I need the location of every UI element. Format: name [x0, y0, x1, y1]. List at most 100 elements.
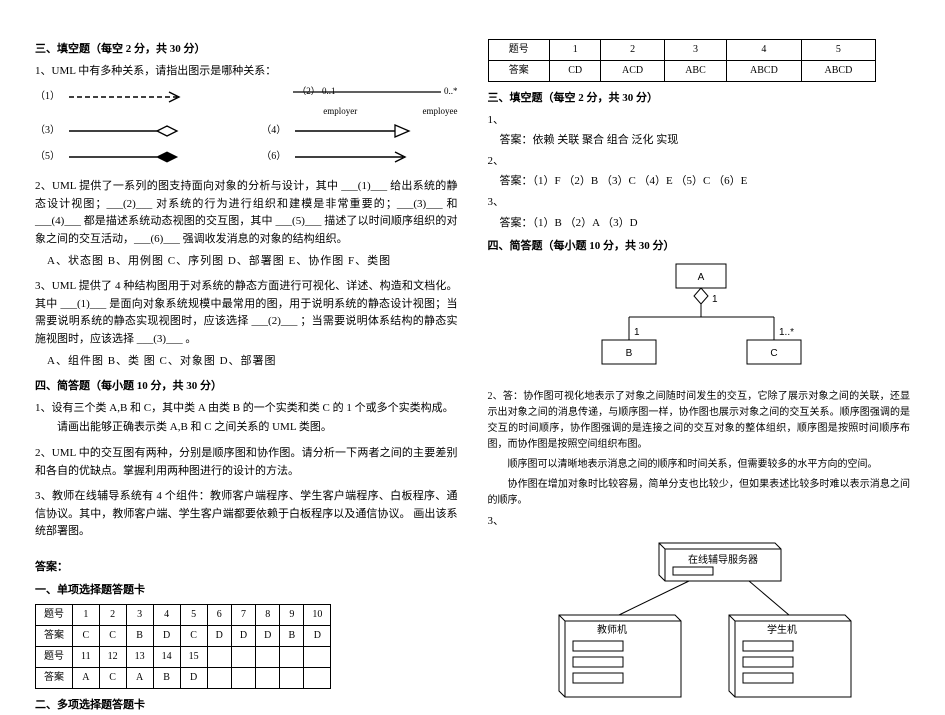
table-row: 题号 12345678910 — [36, 605, 331, 626]
cell: 4 — [153, 605, 180, 626]
cell: B — [126, 626, 153, 647]
arrow-5-label: （5） — [35, 149, 61, 165]
p2b: 顺序图可以清晰地表示消息之间的顺序和时间关系，但需要较多的水平方向的空间。 — [488, 457, 911, 473]
simple-arrow-icon — [293, 149, 457, 165]
table-row: 题号 1112131415 — [36, 647, 331, 668]
generalization-triangle-icon — [293, 123, 457, 139]
p2a: 2、答：协作图可视化地表示了对象之间随时间发生的交互，它除了展示对象之间的关联，… — [488, 389, 911, 453]
cell: B — [153, 668, 180, 689]
cell: C — [99, 626, 126, 647]
cell — [304, 647, 331, 668]
single-choice-table: 题号 12345678910 答案 CCBDCDDDBD 题号 11121314… — [35, 604, 331, 689]
cell: C — [73, 626, 100, 647]
cell: A — [126, 668, 153, 689]
cell: 2 — [601, 40, 664, 61]
arrow-1-label: （1） — [35, 89, 61, 105]
class-diagram-svg: A 1 1 1..* B C — [584, 262, 814, 377]
ans1-text: 答案：依赖 关联 聚合 组合 泛化 实现 — [500, 132, 911, 150]
cell: 12 — [99, 647, 126, 668]
hdr-ans: 答案 — [36, 668, 73, 689]
cell: 2 — [99, 605, 126, 626]
mult-1b: 1 — [634, 327, 640, 338]
cell: C — [180, 626, 207, 647]
ans2-text: 答案：（1）F （2）B （3）C （4）E （5）C （6）E — [500, 173, 911, 191]
cell: B — [280, 626, 304, 647]
table-row: 答案 ACABD — [36, 668, 331, 689]
right-section3-title: 三、填空题（每空 2 分，共 30 分） — [488, 90, 911, 108]
right-section4-title: 四、简答题（每小题 10 分，共 30 分） — [488, 238, 911, 256]
cell: C — [99, 668, 126, 689]
arrow-2: （2） 0..1 0..* employer employee — [261, 86, 457, 116]
cell: D — [231, 626, 255, 647]
table1-title: 一、单项选择题答题卡 — [35, 582, 458, 600]
cell — [256, 668, 280, 689]
role-labels: employer employee — [297, 104, 457, 118]
ans3-label: 3、 — [488, 194, 911, 212]
cell: D — [180, 668, 207, 689]
table-row: 题号 12345 — [488, 40, 876, 61]
cell: 13 — [126, 647, 153, 668]
cell: 5 — [180, 605, 207, 626]
cell: D — [153, 626, 180, 647]
cell: A — [73, 668, 100, 689]
class-a-label: A — [697, 272, 704, 283]
cell — [280, 647, 304, 668]
class-b-label: B — [625, 348, 632, 359]
arrow-2-label: （2） — [297, 86, 320, 96]
q4-1b: 请画出能够正确表示类 A,B 和 C 之间关系的 UML 类图。 — [35, 419, 458, 437]
cell: ACD — [601, 61, 664, 82]
q3-options: A、组件图 B、类 图 C、对象图 D、部署图 — [47, 353, 458, 371]
class-c-label: C — [770, 348, 777, 359]
section4-title: 四、简答题（每小题 10 分，共 30 分） — [35, 378, 458, 396]
q2-options: A、状态图 B、用例图 C、序列图 D、部署图 E、协作图 F、类图 — [47, 253, 458, 271]
cell: ABCD — [801, 61, 876, 82]
dashed-open-arrow-icon — [67, 90, 231, 104]
arrow-6: （6） — [261, 146, 457, 168]
ans3-text: 答案：（1）B （2）A （3）D — [500, 215, 911, 233]
q4-2: 2、UML 中的交互图有两种，分别是顺序图和协作图。请分析一下两者之间的主要差别… — [35, 445, 458, 480]
arrow-4: （4） — [261, 120, 457, 142]
cell: 3 — [126, 605, 153, 626]
cell: 15 — [180, 647, 207, 668]
mult-right: 0..* — [444, 84, 458, 98]
hdr-ans: 答案 — [36, 626, 73, 647]
arrow-4-label: （4） — [261, 123, 287, 139]
arrow-3: （3） — [35, 120, 231, 142]
cell — [231, 668, 255, 689]
q1-text: 1、UML 中有多种关系，请指出图示是哪种关系： — [35, 63, 458, 81]
hdr-qno: 题号 — [488, 40, 550, 61]
cell — [280, 668, 304, 689]
cell — [207, 668, 231, 689]
table-row: 答案 CCBDCDDDBD — [36, 626, 331, 647]
teacher-label: 教师机 — [597, 623, 627, 636]
cell: 8 — [256, 605, 280, 626]
composition-diamond-icon — [67, 149, 231, 165]
table2-title: 二、多项选择题答题卡 — [35, 697, 458, 715]
q3-text: 3、UML 提供了 4 种结构图用于对系统的静态方面进行可视化、详述、构造和文档… — [35, 278, 458, 348]
cell: 5 — [801, 40, 876, 61]
cell — [231, 647, 255, 668]
ans2-label: 2、 — [488, 153, 911, 171]
q4-1a: 1、设有三个类 A,B 和 C，其中类 A 由类 B 的一个实类和类 C 的 1… — [35, 400, 458, 418]
mult-left: 0..1 — [322, 86, 336, 96]
multi-choice-table: 题号 12345 答案 CDACDABCABCDABCD — [488, 39, 877, 82]
cell: 4 — [727, 40, 801, 61]
deployment-diagram: 在线辅导服务器 教师机 学生机 — [488, 537, 911, 714]
hdr-ans: 答案 — [488, 61, 550, 82]
cell — [304, 668, 331, 689]
hdr-qno: 题号 — [36, 647, 73, 668]
cell: 3 — [664, 40, 726, 61]
arrows-grid: （1） （2） 0..1 0..* employer employee （3） — [35, 86, 458, 168]
cell: ABC — [664, 61, 726, 82]
student-node: 学生机 — [729, 615, 851, 697]
q2-text: 2、UML 提供了一系列的图支持面向对象的分析与设计，其中 ___(1)___ … — [35, 178, 458, 248]
table-row: 答案 CDACDABCABCDABCD — [488, 61, 876, 82]
cell: 1 — [550, 40, 601, 61]
cell: 14 — [153, 647, 180, 668]
p3-label: 3、 — [488, 513, 911, 531]
role-employee: employee — [423, 104, 458, 118]
multiplicity-labels: （2） 0..1 0..* — [297, 84, 457, 98]
cell: 1 — [73, 605, 100, 626]
mult-1star: 1..* — [779, 327, 794, 338]
mult-1a: 1 — [712, 294, 718, 305]
